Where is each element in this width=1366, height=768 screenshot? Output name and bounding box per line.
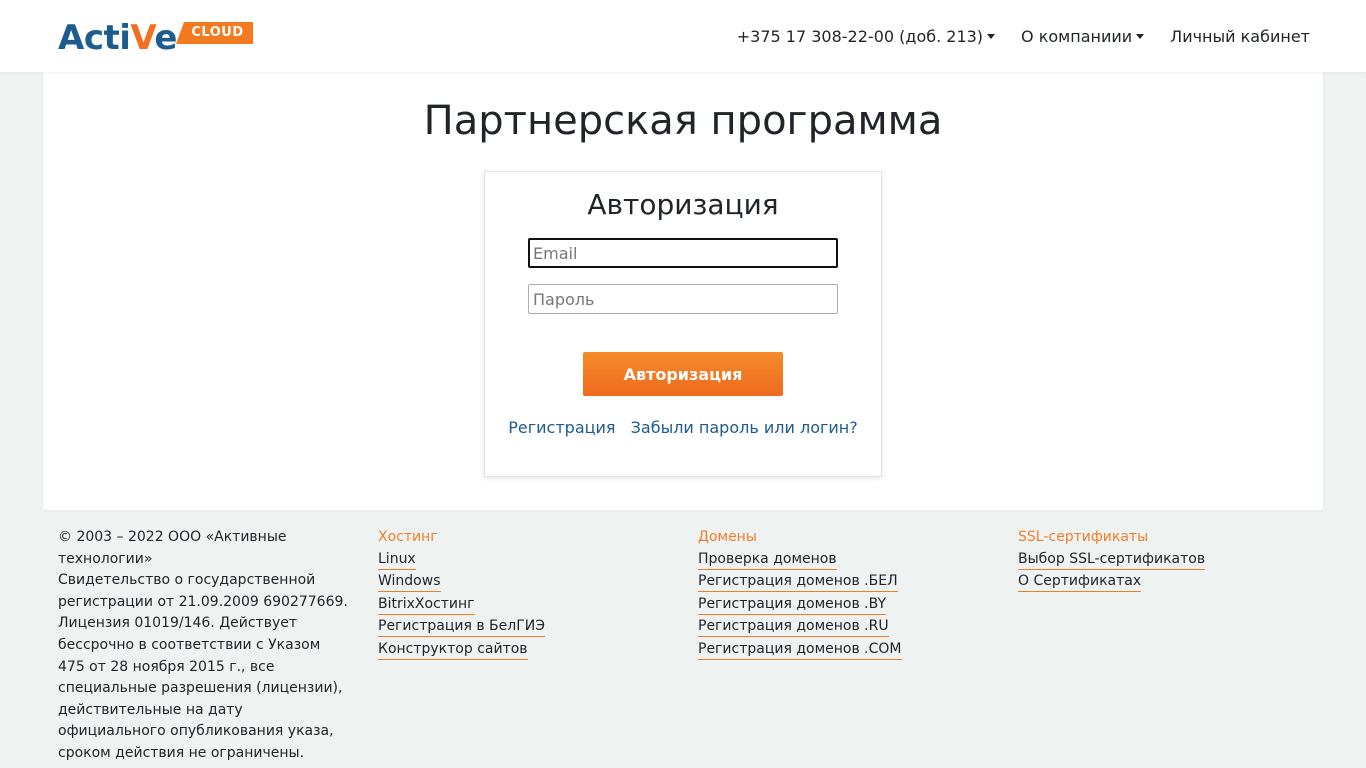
caret-down-icon: [987, 33, 996, 39]
footer-copyright: © 2003 – 2022 ООО «Активные технологии»: [58, 529, 287, 567]
footer-ssl-heading: SSL-сертификаты: [1018, 529, 1149, 545]
footer-link-domain-ru[interactable]: Регистрация доменов .RU: [698, 616, 889, 638]
nav-cabinet-label: Личный кабинет: [1170, 26, 1310, 46]
footer-domains-heading: Домены: [698, 529, 757, 545]
footer-link-domain-by[interactable]: Регистрация доменов .BY: [698, 594, 887, 615]
footer-link-linux[interactable]: Linux: [378, 549, 416, 570]
footer-link-ssl-about[interactable]: О Сертификатах: [1018, 571, 1142, 593]
nav-about-dropdown[interactable]: О компаниии: [1021, 24, 1145, 48]
main-nav: +375 17 308-22-00 (доб. 213) О компаниии…: [737, 24, 1310, 48]
footer-link-windows[interactable]: Windows: [378, 571, 441, 593]
login-button[interactable]: Авторизация: [583, 352, 783, 396]
footer-ssl: SSL-сертификаты Выбор SSL-сертификатов О…: [1018, 527, 1318, 594]
register-link[interactable]: Регистрация: [508, 418, 615, 437]
password-input[interactable]: [528, 284, 838, 314]
footer-domains: Домены Проверка доменов Регистрация доме…: [698, 527, 998, 662]
footer-link-ssl-choose[interactable]: Выбор SSL-сертификатов: [1018, 549, 1206, 570]
forgot-password-link[interactable]: Забыли пароль или логин?: [631, 418, 858, 437]
logo-text-part2: V: [130, 18, 155, 58]
email-input[interactable]: [528, 238, 838, 268]
logo-text-part3: e: [154, 18, 177, 58]
caret-down-icon: [1136, 33, 1145, 39]
main-panel: Партнерская программа Авторизация Автори…: [43, 72, 1323, 510]
footer-link-belgie[interactable]: Регистрация в БелГИЭ: [378, 616, 545, 638]
auth-title: Авторизация: [587, 188, 779, 221]
page-title: Партнерская программа: [423, 98, 943, 144]
nav-phone-dropdown[interactable]: +375 17 308-22-00 (доб. 213): [736, 24, 996, 48]
logo-text-part1: Acti: [58, 18, 131, 58]
footer-link-bitrix[interactable]: BitrixХостинг: [378, 594, 475, 615]
nav-cabinet-link[interactable]: Личный кабинет: [1170, 24, 1310, 48]
footer-legal: © 2003 – 2022 ООО «Активные технологии» …: [58, 527, 348, 765]
footer-license-text: Свидетельство о государственной регистра…: [58, 572, 348, 761]
nav-about-label: О компаниии: [1021, 26, 1133, 46]
logo-wordmark: ActiVe: [58, 18, 177, 58]
footer-link-domain-check[interactable]: Проверка доменов: [698, 549, 837, 570]
footer-link-domain-bel[interactable]: Регистрация доменов .БЕЛ: [698, 571, 898, 593]
active-cloud-logo[interactable]: ActiVe CLOUD: [58, 18, 258, 58]
footer-link-site-builder[interactable]: Конструктор сайтов: [378, 639, 528, 660]
auth-links: Регистрация Забыли пароль или логин?: [485, 418, 881, 437]
logo-cloud-badge: CLOUD: [176, 22, 253, 44]
footer-hosting: Хостинг Linux Windows BitrixХостинг Реги…: [378, 527, 678, 662]
site-header: ActiVe CLOUD +375 17 308-22-00 (доб. 213…: [0, 0, 1366, 72]
footer-link-domain-com[interactable]: Регистрация доменов .COM: [698, 639, 902, 660]
footer-hosting-heading: Хостинг: [378, 529, 438, 545]
nav-phone-label: +375 17 308-22-00 (доб. 213): [736, 26, 984, 46]
auth-form-box: Авторизация Авторизация Регистрация Забы…: [484, 171, 882, 477]
